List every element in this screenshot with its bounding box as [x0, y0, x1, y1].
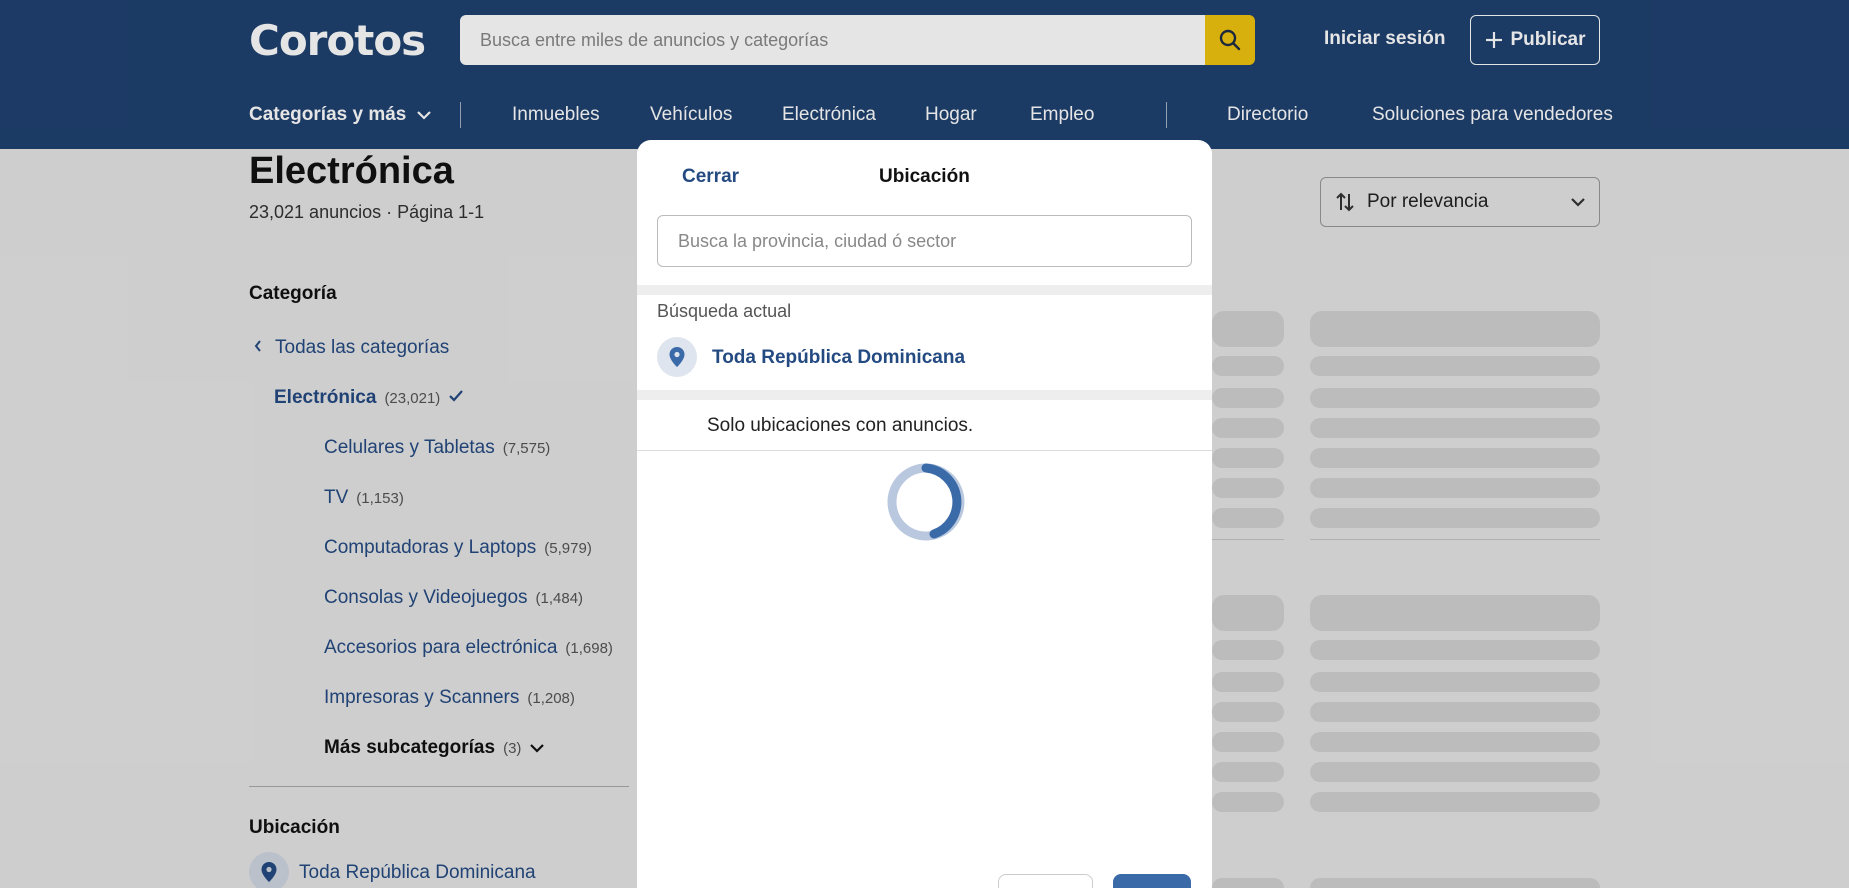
location-search-placeholder: Busca la provincia, ciudad ó sector [678, 230, 957, 251]
location-pin-icon [657, 337, 697, 377]
clear-button[interactable] [998, 874, 1093, 888]
section-separator [637, 390, 1212, 400]
section-separator [637, 285, 1212, 295]
locations-with-ads-note: Solo ubicaciones con anuncios. [707, 415, 974, 436]
current-location-link[interactable]: Toda República Dominicana [712, 347, 965, 369]
loading-spinner-icon [887, 463, 965, 541]
apply-button[interactable] [1113, 874, 1191, 888]
location-search-input[interactable]: Busca la provincia, ciudad ó sector [657, 215, 1192, 267]
modal-title: Ubicación [879, 166, 970, 187]
current-search-label: Búsqueda actual [657, 301, 792, 321]
close-button[interactable]: Cerrar [682, 166, 739, 188]
location-modal: Cerrar Ubicación Busca la provincia, ciu… [637, 140, 1212, 888]
section-divider [637, 450, 1212, 451]
